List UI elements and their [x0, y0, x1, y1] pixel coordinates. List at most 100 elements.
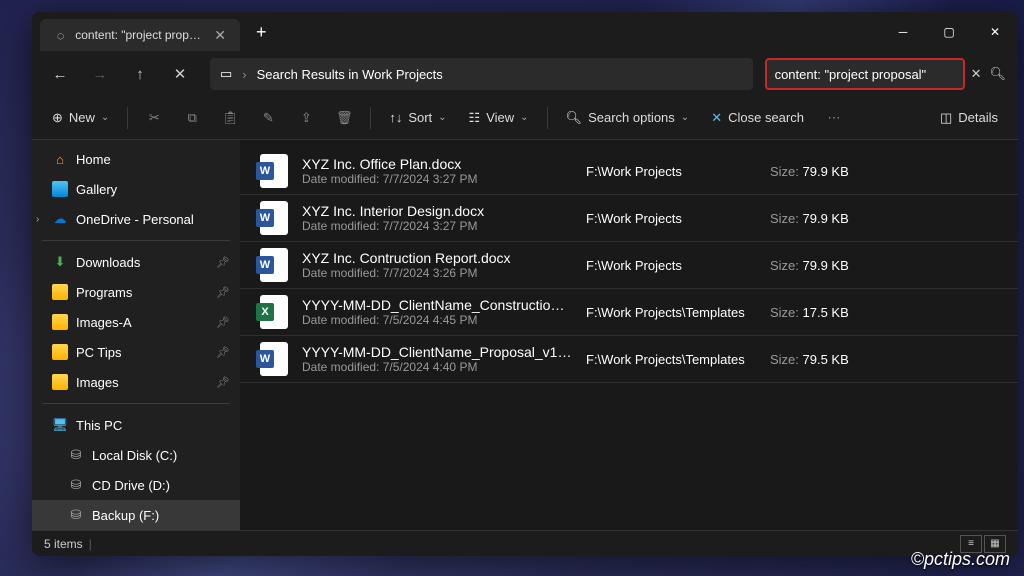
refresh-button[interactable]: ✕: [162, 58, 198, 90]
chevron-down-icon: ⌄: [681, 112, 689, 123]
result-row[interactable]: XYZ Inc. Contruction Report.docx Date mo…: [240, 242, 1018, 289]
delete-button[interactable]: 🗑︎: [326, 102, 362, 134]
plus-circle-icon: ⊕: [52, 110, 63, 126]
pin-icon[interactable]: 📌︎: [216, 316, 230, 329]
sidebar-item-onedrive[interactable]: ›☁OneDrive - Personal: [32, 204, 240, 234]
cloud-icon: ☁: [52, 211, 68, 227]
sidebar: ⌂Home Gallery ›☁OneDrive - Personal ⬇Dow…: [32, 140, 240, 530]
folder-icon: [52, 314, 68, 330]
folder-icon: [52, 344, 68, 360]
result-row[interactable]: XYZ Inc. Office Plan.docx Date modified:…: [240, 148, 1018, 195]
file-path: F:\Work Projects\Templates: [586, 305, 756, 320]
file-date: Date modified: 7/7/2024 3:27 PM: [302, 219, 572, 233]
home-icon: ⌂: [52, 151, 68, 167]
chevron-down-icon: ⌄: [101, 112, 109, 123]
file-size: Size: 79.9 KB: [770, 258, 849, 273]
share-button[interactable]: ⇪: [288, 102, 324, 134]
folder-icon: ⬇: [52, 254, 68, 270]
file-size: Size: 79.9 KB: [770, 211, 849, 226]
tab-close-icon[interactable]: ✕: [214, 27, 226, 44]
file-name: XYZ Inc. Contruction Report.docx: [302, 250, 572, 266]
pc-icon: 🖥︎: [52, 417, 68, 433]
search-input[interactable]: content: "project proposal": [765, 58, 965, 90]
file-name: XYZ Inc. Interior Design.docx: [302, 203, 572, 219]
file-date: Date modified: 7/7/2024 3:26 PM: [302, 266, 572, 280]
pin-icon[interactable]: 📌︎: [216, 376, 230, 389]
new-button[interactable]: ⊕ New ⌄: [42, 102, 119, 134]
word-file-icon: [260, 201, 288, 235]
minimize-button[interactable]: ─: [880, 12, 926, 52]
file-date: Date modified: 7/5/2024 4:40 PM: [302, 360, 572, 374]
search-clear-icon[interactable]: ✕: [969, 64, 984, 84]
file-name: YYYY-MM-DD_ClientName_Proposal_v1.d...: [302, 344, 572, 360]
paste-button[interactable]: 📋︎: [212, 102, 248, 134]
search-options-icon: 🔍︎: [566, 110, 583, 126]
disk-icon: ⛁: [68, 447, 84, 463]
new-tab-button[interactable]: +: [240, 22, 283, 43]
file-size: Size: 79.5 KB: [770, 352, 849, 367]
sidebar-item-home[interactable]: ⌂Home: [32, 144, 240, 174]
trash-icon: 🗑︎: [336, 110, 353, 126]
details-pane-icon: ◫: [940, 110, 952, 126]
sidebar-item-gallery[interactable]: Gallery: [32, 174, 240, 204]
close-icon: ✕: [711, 110, 722, 126]
cut-button[interactable]: ✂: [136, 102, 172, 134]
toolbar: ⊕ New ⌄ ✂ ⧉ 📋︎ ✎ ⇪ 🗑︎ ↑↓ Sort ⌄ ☷ View ⌄…: [32, 96, 1018, 140]
search-options-button[interactable]: 🔍︎ Search options ⌄: [556, 102, 700, 134]
status-bar: 5 items | ≡ ▦: [32, 530, 1018, 556]
chevron-right-icon[interactable]: ›: [36, 214, 39, 225]
maximize-button[interactable]: ▢: [926, 12, 972, 52]
more-button[interactable]: ⋯: [816, 102, 852, 134]
rename-button[interactable]: ✎: [250, 102, 286, 134]
sidebar-item-quick[interactable]: Programs📌︎: [32, 277, 240, 307]
excel-file-icon: [260, 295, 288, 329]
chevron-down-icon: ⌄: [520, 112, 528, 123]
scissors-icon: ✂: [149, 110, 160, 126]
file-path: F:\Work Projects\Templates: [586, 352, 756, 367]
chevron-right-icon: ›: [242, 67, 246, 82]
word-file-icon: [260, 342, 288, 376]
sidebar-item-drive[interactable]: ⛁Local Disk (C:): [32, 440, 240, 470]
pin-icon[interactable]: 📌︎: [216, 256, 230, 269]
sidebar-item-quick[interactable]: PC Tips📌︎: [32, 337, 240, 367]
breadcrumb[interactable]: ▭ › Search Results in Work Projects: [210, 58, 753, 90]
back-button[interactable]: ←: [42, 58, 78, 90]
pin-icon[interactable]: 📌︎: [216, 286, 230, 299]
up-button[interactable]: ↑: [122, 58, 158, 90]
search-icon[interactable]: 🔍︎: [987, 64, 1008, 84]
share-icon: ⇪: [301, 110, 312, 126]
search-tab-icon: ◌: [54, 27, 67, 43]
copy-button[interactable]: ⧉: [174, 102, 210, 134]
sidebar-item-drive[interactable]: ⛁Backup (F:): [32, 500, 240, 530]
file-path: F:\Work Projects: [586, 211, 756, 226]
result-row[interactable]: YYYY-MM-DD_ClientName_Construction_... D…: [240, 289, 1018, 336]
copy-icon: ⧉: [188, 110, 197, 126]
details-button[interactable]: ◫ Details: [930, 102, 1008, 134]
search-query: content: "project proposal": [775, 67, 955, 82]
sidebar-item-quick[interactable]: Images-A📌︎: [32, 307, 240, 337]
rename-icon: ✎: [263, 110, 274, 126]
close-button[interactable]: ✕: [972, 12, 1018, 52]
sidebar-item-quick[interactable]: ⬇Downloads📌︎: [32, 247, 240, 277]
item-count: 5 items: [44, 537, 83, 551]
tab-current[interactable]: ◌ content: "project proposal" - S ✕: [40, 19, 240, 51]
address-bar: ← → ↑ ✕ ▭ › Search Results in Work Proje…: [32, 52, 1018, 96]
file-name: YYYY-MM-DD_ClientName_Construction_...: [302, 297, 572, 313]
sort-icon: ↑↓: [389, 110, 402, 125]
close-search-button[interactable]: ✕ Close search: [701, 102, 814, 134]
more-icon: ⋯: [827, 110, 840, 126]
sidebar-item-thispc[interactable]: 🖥︎This PC: [32, 410, 240, 440]
file-name: XYZ Inc. Office Plan.docx: [302, 156, 572, 172]
pin-icon[interactable]: 📌︎: [216, 346, 230, 359]
result-row[interactable]: XYZ Inc. Interior Design.docx Date modif…: [240, 195, 1018, 242]
location-icon: ▭: [220, 66, 232, 82]
sort-button[interactable]: ↑↓ Sort ⌄: [379, 102, 456, 134]
explorer-window: ◌ content: "project proposal" - S ✕ + ─ …: [32, 12, 1018, 556]
sidebar-item-quick[interactable]: Images📌︎: [32, 367, 240, 397]
view-button[interactable]: ☷ View ⌄: [459, 102, 539, 134]
file-path: F:\Work Projects: [586, 258, 756, 273]
result-row[interactable]: YYYY-MM-DD_ClientName_Proposal_v1.d... D…: [240, 336, 1018, 383]
forward-button[interactable]: →: [82, 58, 118, 90]
sidebar-item-drive[interactable]: ⛁CD Drive (D:): [32, 470, 240, 500]
file-date: Date modified: 7/7/2024 3:27 PM: [302, 172, 572, 186]
